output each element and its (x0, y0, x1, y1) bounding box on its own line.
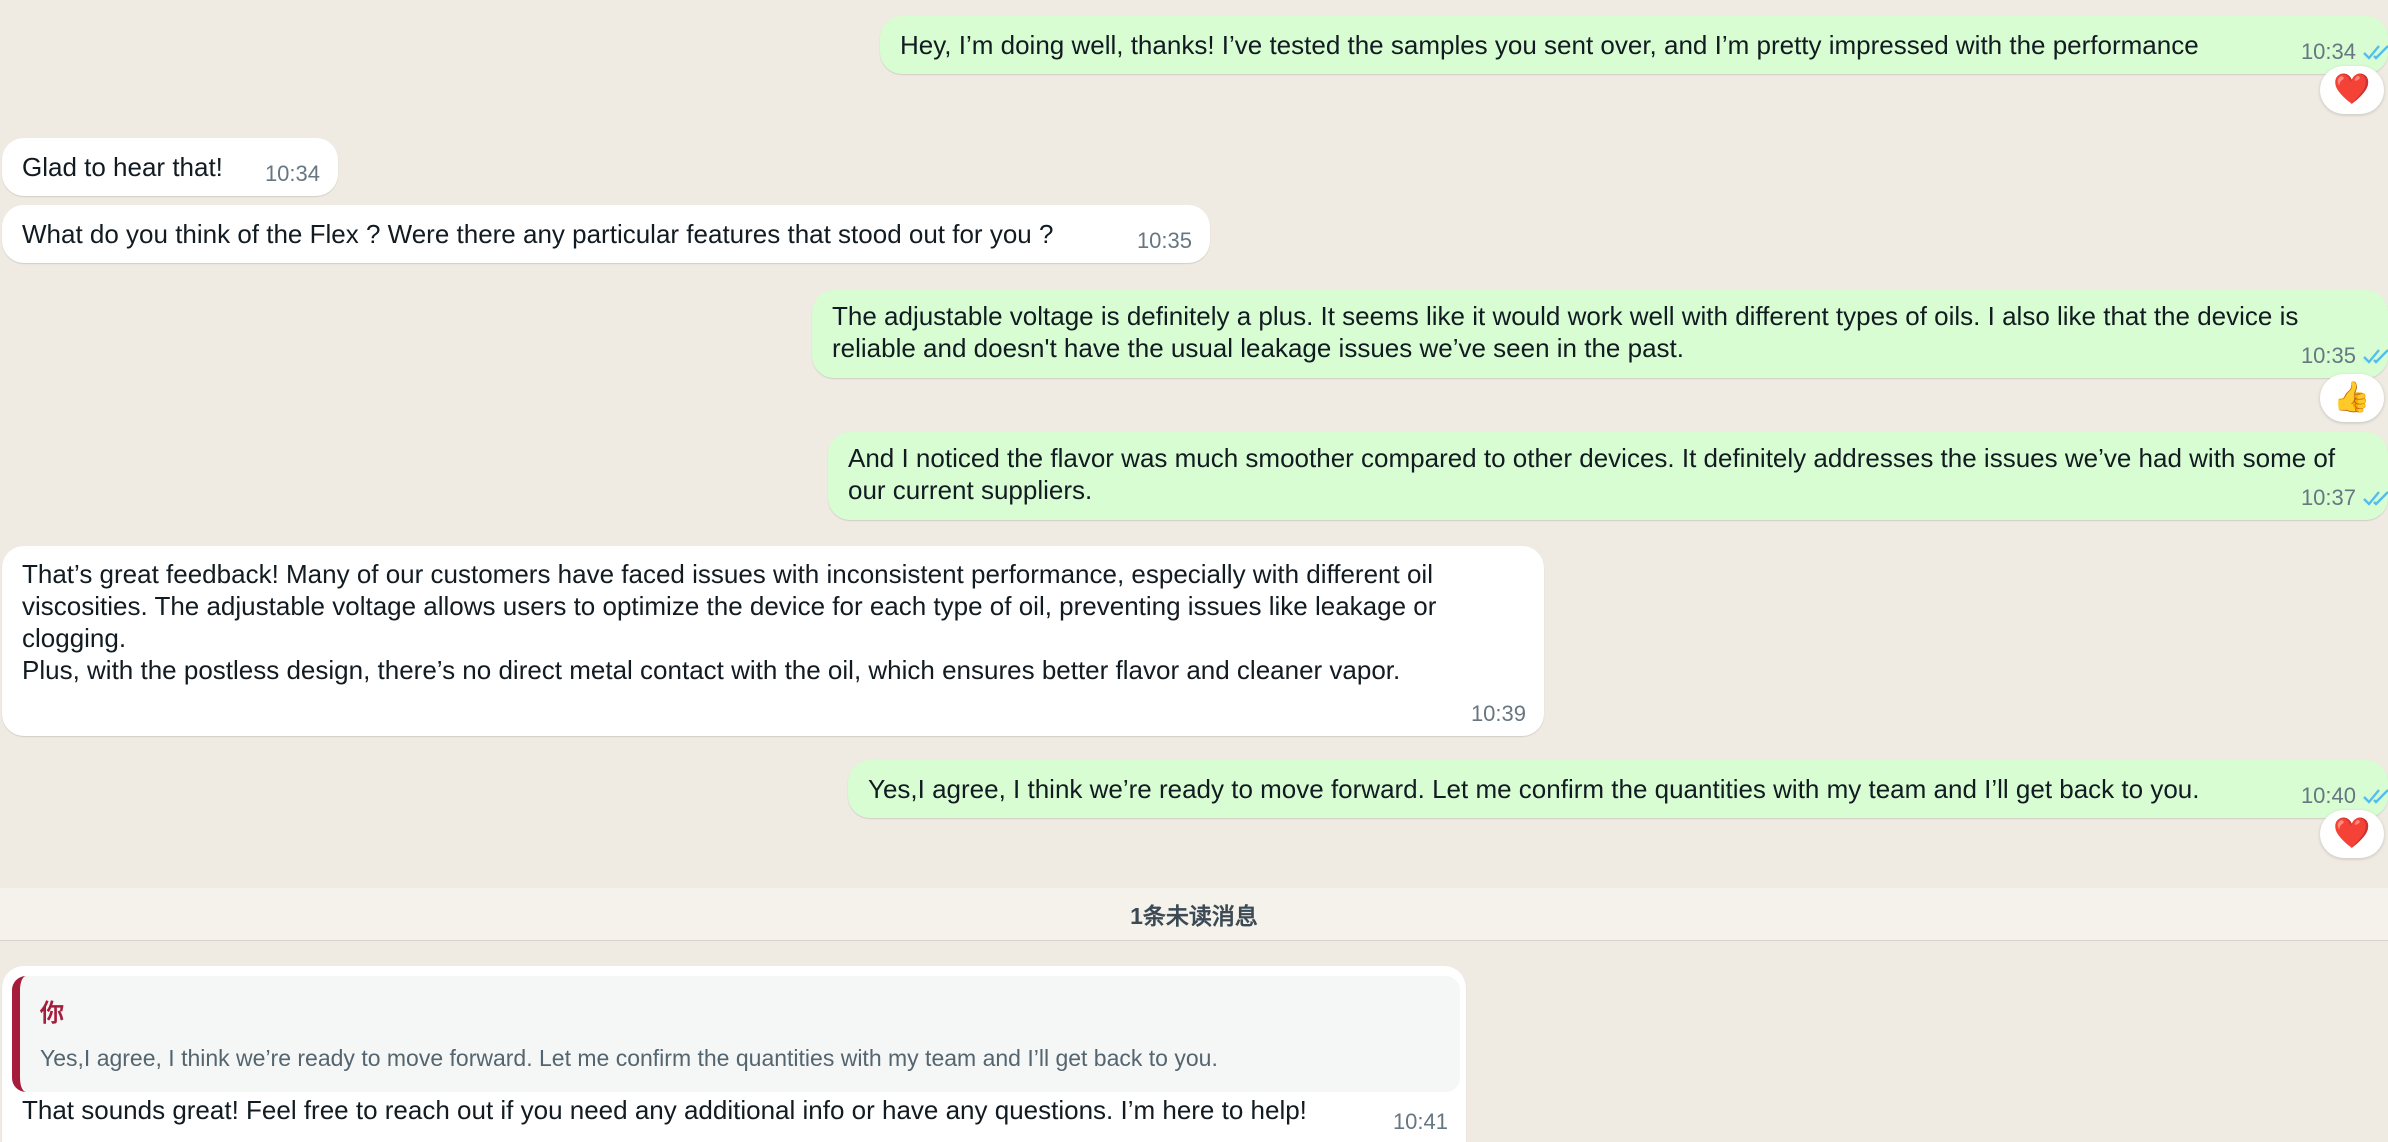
message-meta: 10:39 (1471, 698, 1526, 730)
message-text: What do you think of the Flex ? Were the… (22, 219, 1054, 249)
message-text: That’s great feedback! Many of our custo… (22, 559, 1437, 685)
message-time: 10:35 (2300, 343, 2356, 368)
message-time: 10:35 (1136, 228, 1192, 253)
message-time: 10:37 (2300, 485, 2356, 510)
double-check-read-icon (2363, 491, 2388, 506)
message-time: 10:39 (1470, 701, 1526, 726)
heart-emoji-icon: ❤️ (2333, 817, 2371, 850)
message-meta: 10:35 (1137, 225, 1192, 257)
message-meta: 10:41 (1393, 1106, 1448, 1138)
message-time: 10:40 (2300, 783, 2356, 808)
thumbs-up-emoji-icon: 👍 (2333, 381, 2371, 414)
unread-messages-divider: 1条未读消息 (0, 888, 2388, 941)
reaction-heart[interactable]: ❤️ (2320, 66, 2384, 114)
message-time: 10:41 (1392, 1109, 1448, 1134)
quoted-text: Yes,I agree, I think we’re ready to move… (40, 1045, 1218, 1071)
incoming-message[interactable]: 你 Yes,I agree, I think we’re ready to mo… (2, 966, 1466, 1142)
message-text: Yes,I agree, I think we’re ready to move… (868, 774, 2200, 804)
message-meta: 10:35 (2301, 340, 2388, 372)
message-text: The adjustable voltage is definitely a p… (832, 301, 2306, 363)
incoming-message[interactable]: That’s great feedback! Many of our custo… (2, 546, 1544, 736)
incoming-message[interactable]: Glad to hear that! 10:34 (2, 138, 338, 196)
double-check-read-icon (2363, 349, 2388, 364)
quoted-message[interactable]: 你 Yes,I agree, I think we’re ready to mo… (12, 976, 1460, 1092)
outgoing-message[interactable]: Hey, I’m doing well, thanks! I’ve tested… (880, 16, 2388, 74)
message-meta: 10:37 (2301, 482, 2388, 514)
outgoing-message[interactable]: And I noticed the flavor was much smooth… (828, 432, 2388, 520)
outgoing-message[interactable]: Yes,I agree, I think we’re ready to move… (848, 760, 2388, 818)
unread-divider-label: 1条未读消息 (1130, 903, 1258, 929)
message-text: Hey, I’m doing well, thanks! I’ve tested… (900, 30, 2199, 60)
outgoing-message[interactable]: The adjustable voltage is definitely a p… (812, 290, 2388, 378)
message-meta: 10:34 (265, 158, 320, 190)
message-text: And I noticed the flavor was much smooth… (848, 443, 2343, 505)
message-meta: 10:40 (2301, 780, 2388, 812)
message-time: 10:34 (264, 161, 320, 186)
quoted-author: 你 (40, 1000, 64, 1027)
message-text: Glad to hear that! (22, 152, 223, 182)
reaction-heart[interactable]: ❤️ (2320, 810, 2384, 858)
double-check-read-icon (2363, 45, 2388, 60)
message-text: That sounds great! Feel free to reach ou… (22, 1095, 1307, 1125)
incoming-message[interactable]: What do you think of the Flex ? Were the… (2, 205, 1210, 263)
reaction-thumbs-up[interactable]: 👍 (2320, 374, 2384, 422)
heart-emoji-icon: ❤️ (2333, 73, 2371, 106)
double-check-read-icon (2363, 789, 2388, 804)
message-time: 10:34 (2300, 39, 2356, 64)
message-meta: 10:34 (2301, 36, 2388, 68)
